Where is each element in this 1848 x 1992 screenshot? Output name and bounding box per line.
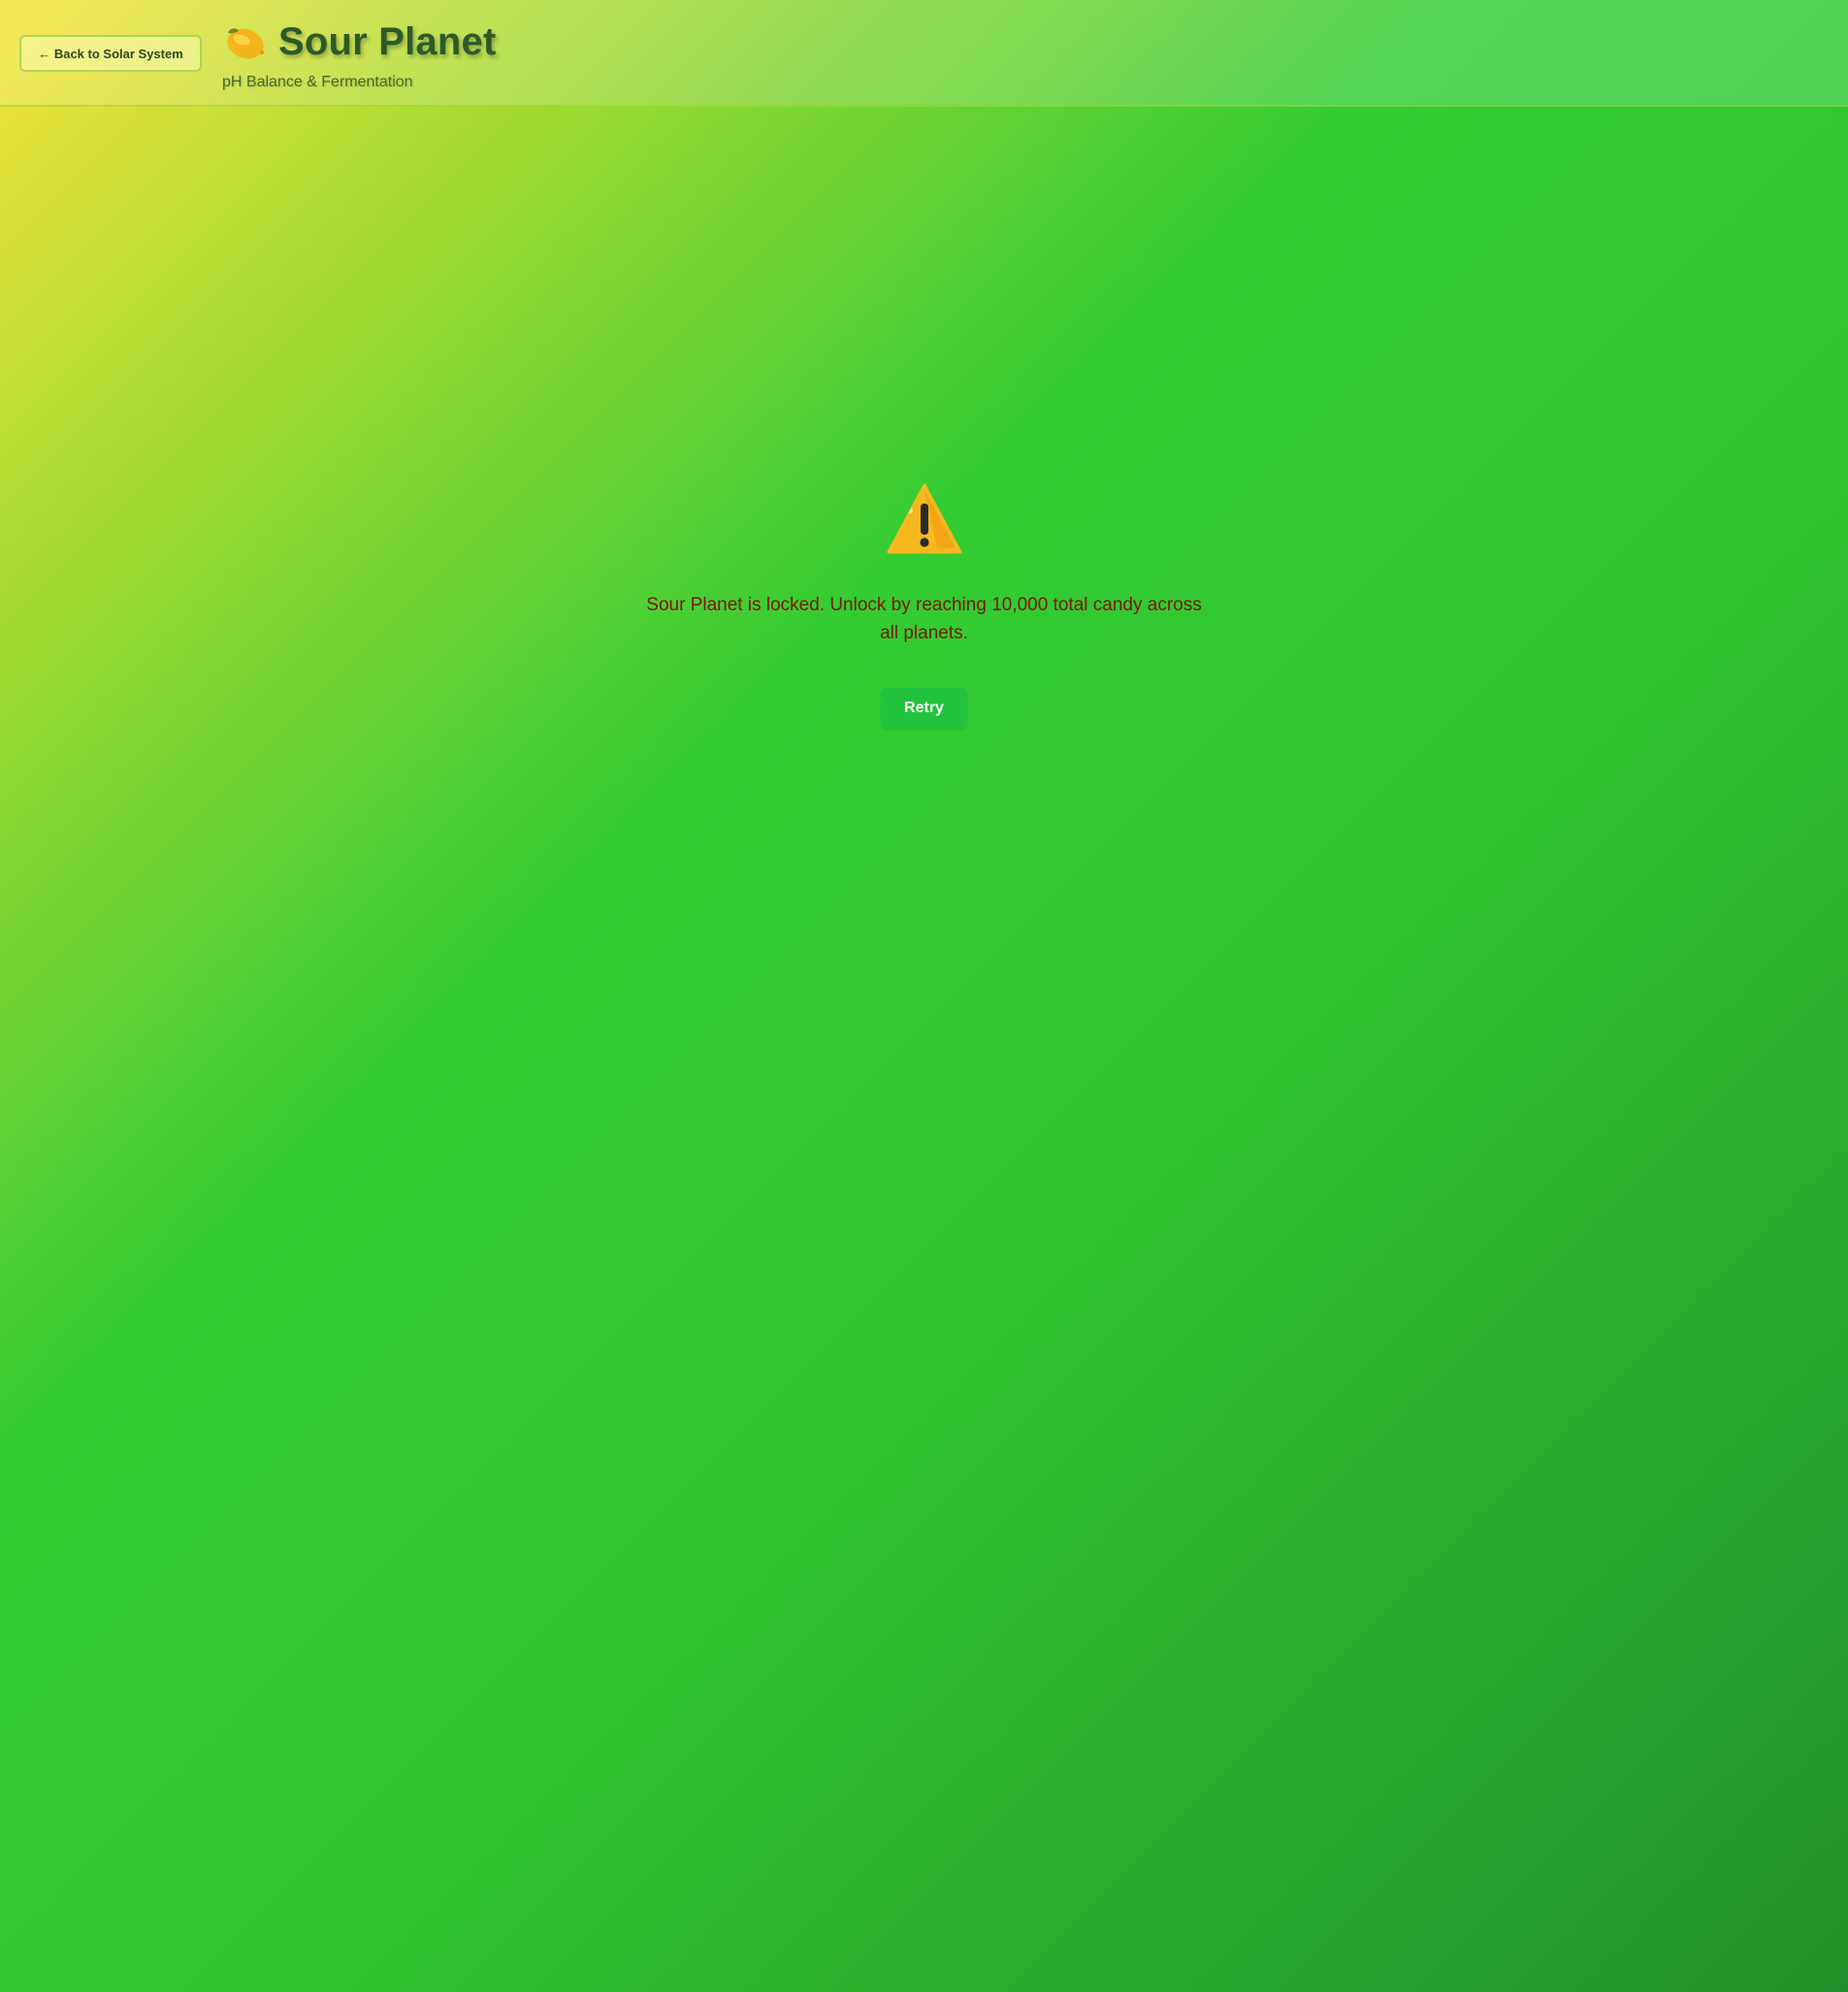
lemon-icon: [227, 28, 265, 59]
locked-error-panel: Sour Planet is locked. Unlock by reachin…: [0, 482, 1848, 729]
retry-button-label: Retry: [904, 700, 944, 716]
page-heading: Sour Planet pH Balance & Fermentation: [222, 17, 496, 91]
locked-message: Sour Planet is locked. Unlock by reachin…: [646, 595, 1202, 643]
header-bar: ← Back to Solar System Sour Planet pH Ba…: [0, 0, 1848, 107]
retry-button[interactable]: Retry: [881, 688, 967, 729]
page-subtitle: pH Balance & Fermentation: [222, 74, 413, 90]
back-to-solar-system-button[interactable]: ← Back to Solar System: [19, 35, 202, 72]
back-button-label: ← Back to Solar System: [38, 46, 183, 61]
title-row: Sour Planet: [222, 17, 496, 66]
warning-icon: [887, 483, 961, 554]
page-title: Sour Planet: [278, 19, 497, 63]
